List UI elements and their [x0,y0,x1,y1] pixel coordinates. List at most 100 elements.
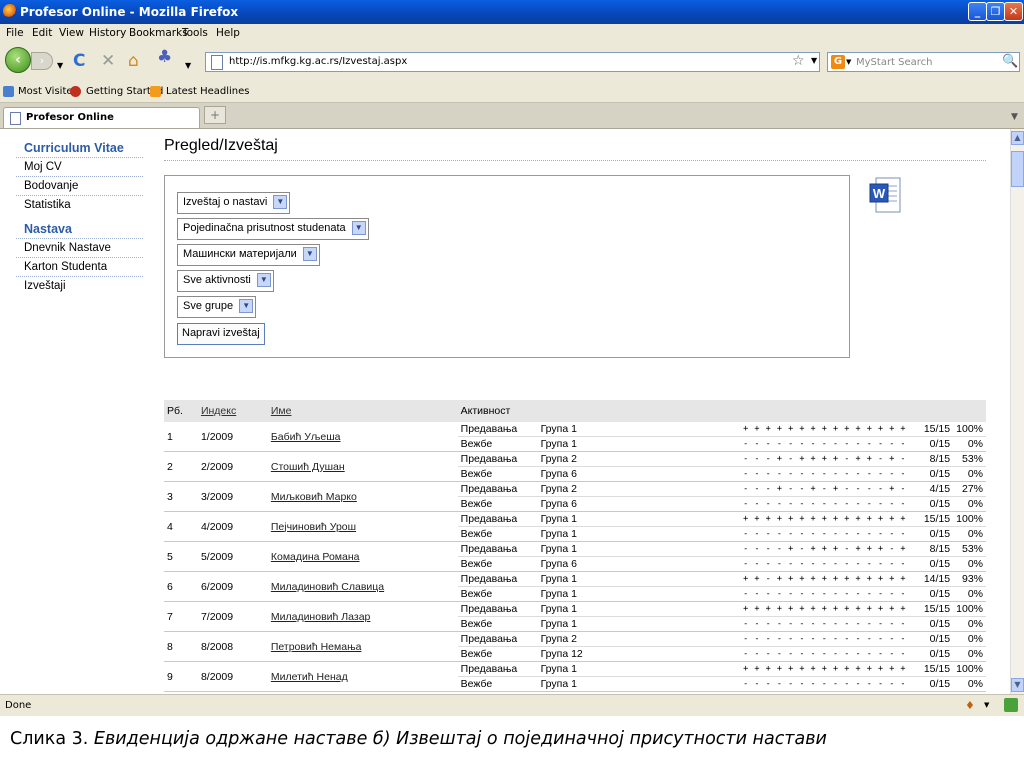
url-bar[interactable]: http://is.mfkg.kg.ac.rs/Izvestaj.aspx ☆ … [205,52,820,72]
activity-type: Предавања [457,481,538,497]
menu-help[interactable]: Help [216,27,240,39]
menu-view[interactable]: View [59,27,84,39]
sidebar-item-karton-studenta[interactable]: Karton Studenta [16,258,143,277]
student-name-link[interactable]: Миладиновић Лазар [267,601,458,632]
student-name-link[interactable]: Милетић Ненад [267,661,458,692]
menu-bookmarks[interactable]: Bookmarks [129,27,188,39]
addon-dropdown-icon[interactable]: ▼ [185,57,191,75]
attendance-percent: 53% [953,541,986,557]
group-name: Група 1 [537,541,738,557]
activity-select[interactable]: Sve aktivnosti ▼ [177,270,274,292]
chevron-down-icon[interactable]: ▼ [351,221,366,235]
url-text[interactable]: http://is.mfkg.kg.ac.rs/Izvestaj.aspx [229,56,407,67]
make-report-button[interactable]: Napravi izveštaj [177,323,265,345]
search-engine-icon[interactable]: G [831,55,845,69]
menu-edit[interactable]: Edit [32,27,52,39]
table-row: 6 6/2009 Миладиновић Славица Предавања Група… [164,571,986,602]
attendance-count: 0/15 [917,436,954,452]
word-export-icon[interactable]: W [868,176,902,216]
column-header-name[interactable]: Име [267,400,458,422]
student-name-link[interactable]: Пејчиновић Урош [267,511,458,542]
activity-type: Вежбе [457,646,538,662]
activity-type: Предавања [457,541,538,557]
row-number: 7 [164,601,198,632]
back-button[interactable]: ‹ [5,47,31,73]
forward-button[interactable]: › [31,52,53,70]
addon-status-dropdown-icon[interactable]: ▼ [984,701,989,709]
attendance-marks: - - - - - - - - - - - - - - - [737,676,918,692]
addon-icon[interactable]: ♣ [157,48,172,66]
reload-icon[interactable]: C [73,52,85,70]
addon-status-icon[interactable]: ♦ [965,699,975,712]
chevron-down-icon[interactable]: ▼ [239,299,254,313]
scroll-up-icon[interactable]: ▲ [1011,131,1024,145]
bookmark-latest-headlines[interactable]: Latest Headlines [166,86,250,97]
window-titlebar: Profesor Online - Mozilla Firefox _ ❐ ✕ [0,0,1024,24]
close-window-button[interactable]: ✕ [1004,2,1023,21]
figure-caption: Слика 3. Евиденција одржане наставе б) И… [0,716,1024,768]
security-status-icon[interactable] [1004,698,1018,712]
restore-button[interactable]: ❐ [986,2,1005,21]
new-tab-button[interactable]: + [204,106,226,124]
student-name-link[interactable]: Бабић Уљеша [267,422,458,452]
scroll-thumb[interactable] [1011,151,1024,187]
search-input[interactable]: MyStart Search [856,57,933,68]
tab-profesor-online[interactable]: Profesor Online [3,107,200,128]
report-detail-select[interactable]: Pojedinačna prisutnost studenata ▼ [177,218,369,240]
scroll-down-icon[interactable]: ▼ [1011,678,1024,692]
bookmark-star-icon[interactable]: ☆ [792,53,805,69]
search-icon[interactable]: 🔍 [1002,54,1018,69]
group-select[interactable]: Sve grupe ▼ [177,296,257,318]
group-name: Група 1 [537,586,738,602]
sidebar-item-moj-cv[interactable]: Moj CV [16,158,143,177]
chevron-down-icon[interactable]: ▼ [273,195,288,209]
home-icon[interactable]: ⌂ [128,52,139,70]
activity-type: Предавања [457,422,538,437]
attendance-percent: 0% [953,496,986,512]
chevron-down-icon[interactable]: ▼ [256,273,271,287]
report-detail-value: Pojedinačna prisutnost studenata [183,222,346,234]
student-name-link[interactable]: Миладиновић Славица [267,571,458,602]
minimize-button[interactable]: _ [968,2,987,21]
student-name-link[interactable]: Стошић Душан [267,451,458,482]
attendance-marks: + + + + + + + + + + + + + + + [737,511,918,527]
vertical-scrollbar[interactable]: ▲ ▼ [1010,129,1024,694]
table-row: 3 3/2009 Миљковић Марко Предавања Група 2- -… [164,481,986,512]
group-value: Sve grupe [183,300,234,312]
chevron-down-icon[interactable]: ▼ [302,247,317,261]
student-name-link[interactable]: Комадина Романа [267,541,458,572]
url-dropdown-icon[interactable]: ▼ [811,56,817,65]
rss-feed-icon [150,86,161,97]
sidebar-item-dnevnik-nastave[interactable]: Dnevnik Nastave [16,239,143,258]
column-header-index[interactable]: Индекс [197,400,268,422]
group-name: Група 6 [537,496,738,512]
attendance-percent: 0% [953,556,986,572]
student-name-link[interactable]: Петровић Немања [267,631,458,662]
caption-body: Евиденција одржане наставе б) Извештај о… [93,729,827,749]
stop-icon[interactable]: ✕ [101,52,115,70]
status-text: Done [5,700,32,711]
tab-list-dropdown-icon[interactable]: ▼ [1011,112,1018,122]
report-type-select[interactable]: Izveštaj o nastavi ▼ [177,192,291,214]
student-index: 3/2009 [197,481,268,512]
attendance-marks: - - - + - + + + + - + + - + - [737,451,918,467]
attendance-count: 0/15 [917,556,954,572]
attendance-count: 0/15 [917,616,954,632]
sidebar-item-statistika[interactable]: Statistika [16,196,143,214]
history-dropdown-icon[interactable]: ▼ [57,57,63,75]
sidebar-item-izvestaji[interactable]: Izveštaji [16,277,143,295]
attendance-count: 4/15 [917,481,954,497]
student-index: 4/2009 [197,511,268,542]
menu-file[interactable]: File [6,27,24,39]
search-engine-dropdown-icon[interactable]: ▼ [846,58,851,66]
activity-type: Предавања [457,631,538,647]
student-name-link[interactable]: Миљковић Марко [267,481,458,512]
row-number: 5 [164,541,198,572]
menu-tools[interactable]: Tools [182,27,208,39]
search-box[interactable]: G ▼ MyStart Search 🔍 [827,52,1020,72]
attendance-marks: + + - + + + + + + + + + + + + [737,571,918,587]
sidebar-item-bodovanje[interactable]: Bodovanje [16,177,143,196]
row-number: 1 [164,422,198,452]
subject-select[interactable]: Машински материјали ▼ [177,244,320,266]
menu-history[interactable]: History [89,27,126,39]
